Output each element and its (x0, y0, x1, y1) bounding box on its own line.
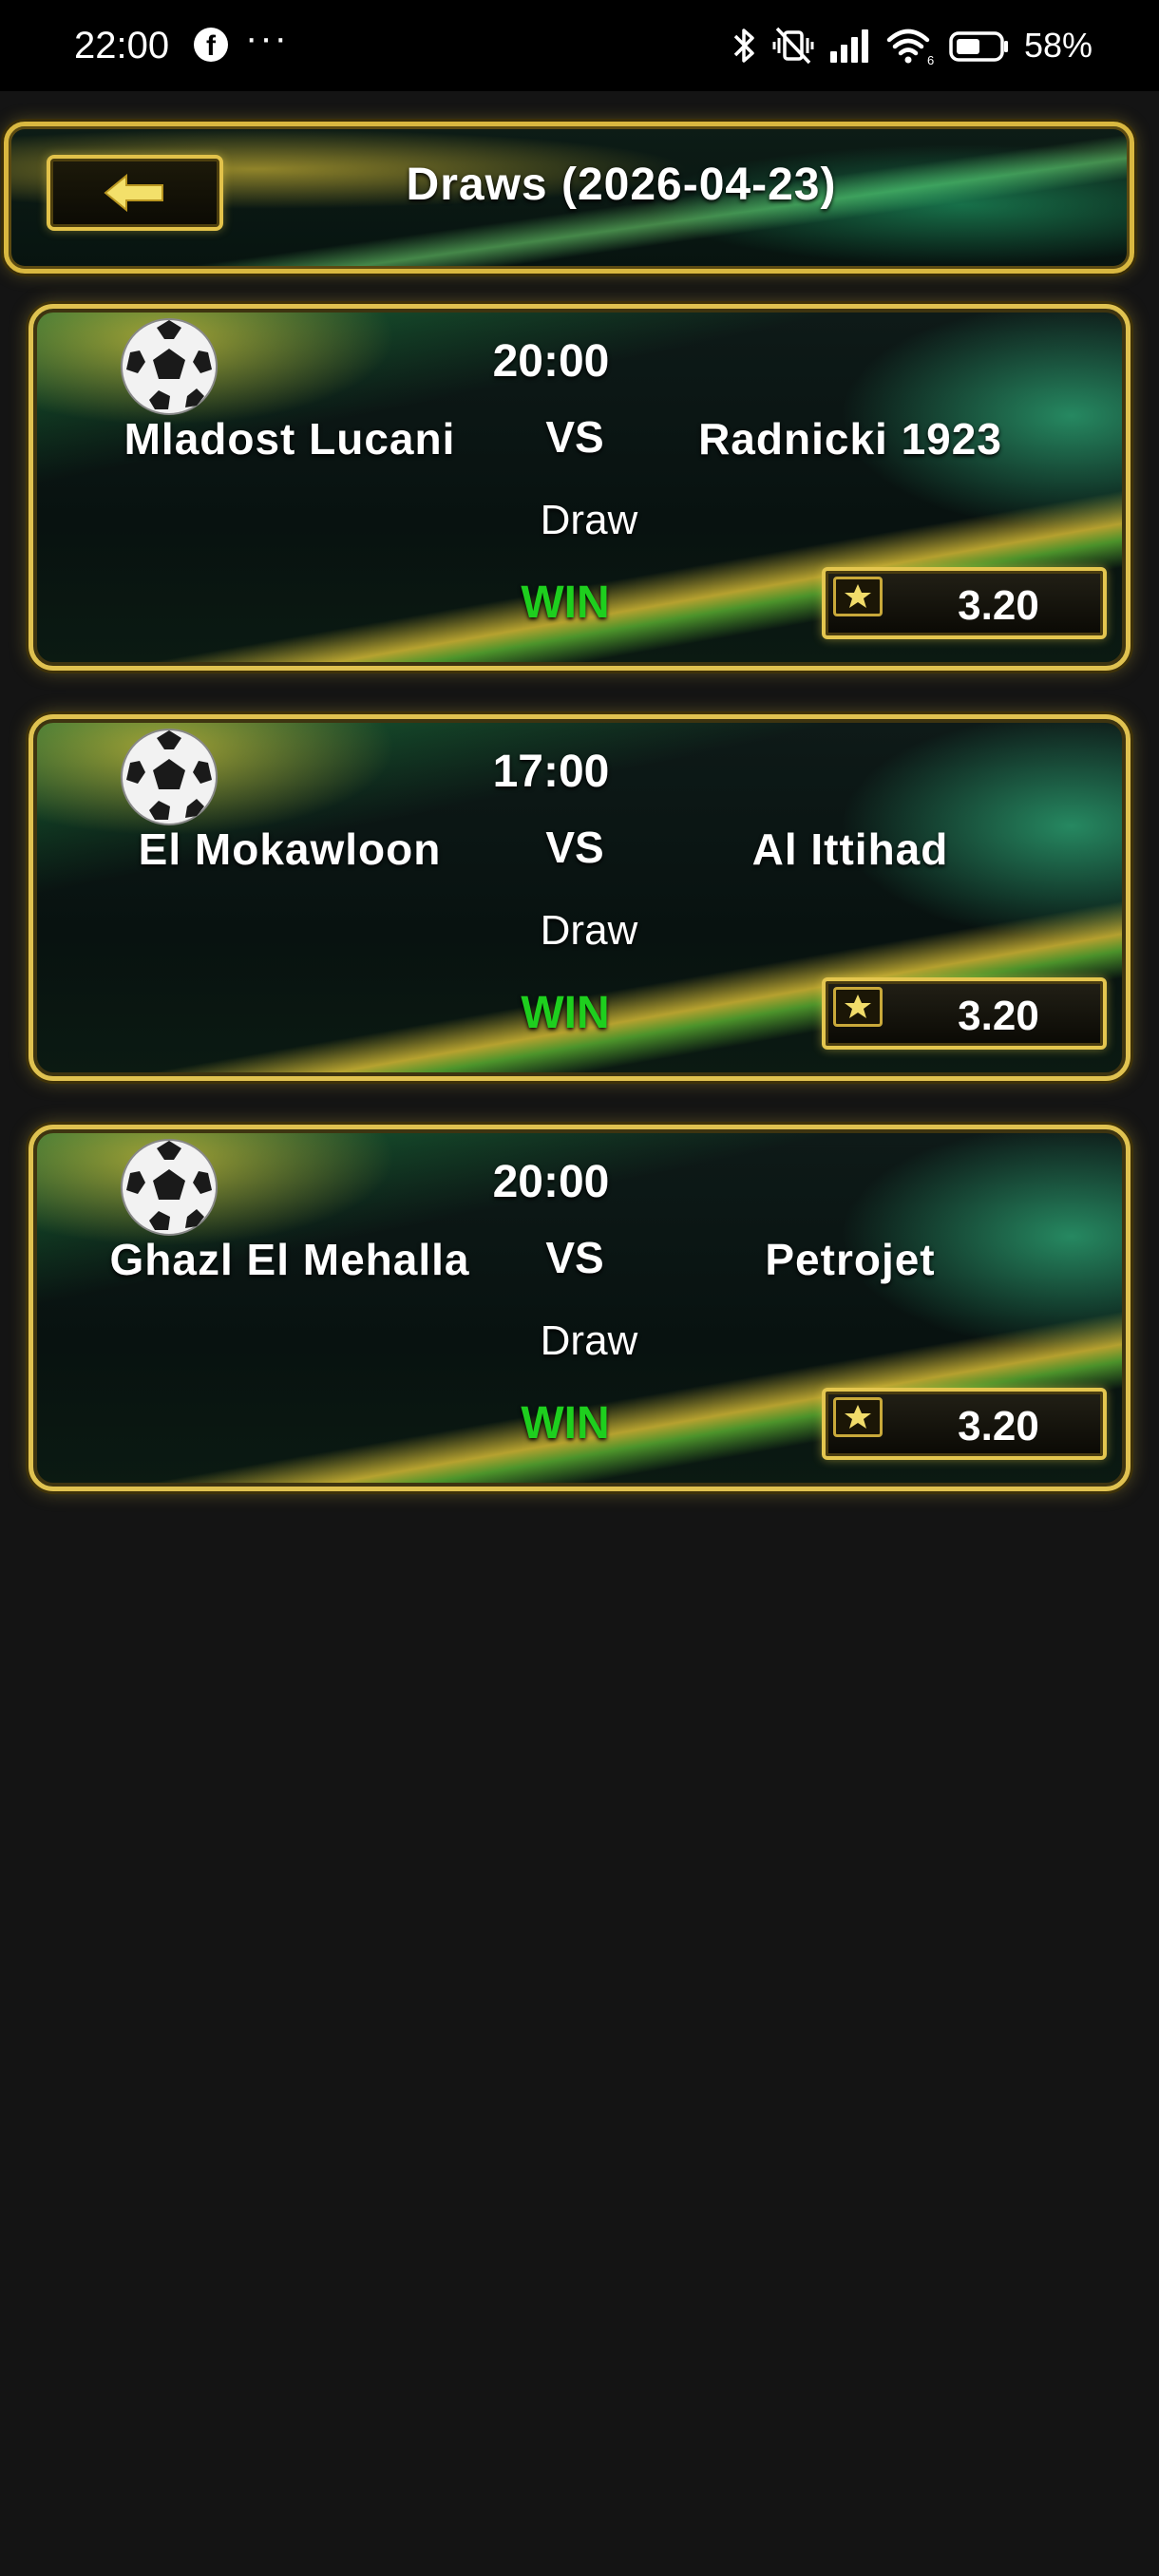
match-time: 20:00 (492, 1157, 610, 1207)
home-team: Ghazl El Mehalla (109, 1235, 470, 1284)
match-time: 20:00 (492, 336, 610, 387)
odds-badge: 3.20 (822, 567, 1107, 639)
page-title: Draws (2026-04-23) (406, 160, 837, 210)
odds-badge: 3.20 (822, 1388, 1107, 1460)
facebook-icon: f (194, 28, 228, 62)
home-team: Mladost Lucani (124, 414, 456, 464)
away-team: Al Ittihad (751, 824, 949, 874)
vibrate-off-icon (772, 27, 814, 65)
odds-badge: 3.20 (822, 977, 1107, 1050)
away-team: Petrojet (765, 1235, 936, 1284)
signal-icon (829, 29, 868, 63)
away-team: Radnicki 1923 (698, 414, 1002, 464)
prediction-label: Draw (540, 1317, 638, 1364)
prediction-label: Draw (540, 497, 638, 543)
bluetooth-icon (733, 28, 754, 63)
star-icon (833, 987, 883, 1027)
prediction-label: Draw (540, 907, 638, 954)
odds-value: 3.20 (958, 582, 1039, 629)
page-header: Draws (2026-04-23) (4, 122, 1134, 274)
battery-percent: 58% (1023, 26, 1092, 65)
star-icon (833, 1397, 883, 1437)
match-card[interactable]: 20:00 Ghazl El Mehalla VS Petrojet Draw … (28, 1125, 1130, 1491)
more-notifications-icon: ··· (245, 17, 289, 59)
odds-value: 3.20 (958, 993, 1039, 1039)
match-time: 17:00 (492, 747, 610, 797)
svg-text:6: 6 (927, 53, 934, 66)
match-card[interactable]: 17:00 El Mokawloon VS Al Ittihad Draw WI… (28, 714, 1130, 1081)
wifi-icon: 6 (886, 28, 934, 66)
home-team: El Mokawloon (138, 824, 442, 874)
status-bar: 22:00 f ··· 6 58% (0, 0, 1159, 91)
battery-icon (949, 31, 1008, 62)
status-time: 22:00 (74, 25, 170, 66)
star-icon (833, 577, 883, 616)
status-icons: 6 58% (732, 23, 1092, 68)
match-card[interactable]: 20:00 Mladost Lucani VS Radnicki 1923 Dr… (28, 304, 1130, 671)
odds-value: 3.20 (958, 1403, 1039, 1449)
